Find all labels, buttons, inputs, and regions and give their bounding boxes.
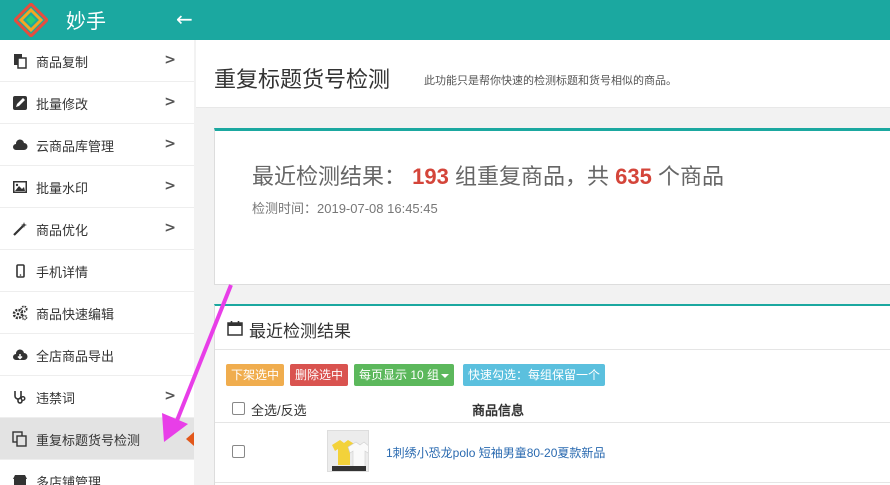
mobile-icon	[16, 264, 25, 278]
sidebar-item-label: 违禁词	[36, 391, 76, 406]
sidebar-item-quick-edit[interactable]: 商品快速编辑	[0, 292, 194, 334]
delete-selected-button[interactable]: 删除选中	[290, 364, 349, 386]
main-content: 重复标题货号检测 此功能只是帮你快速的检测标题和货号相似的商品。 最近检测结果：…	[196, 40, 890, 485]
duplicate-group-count: 193	[412, 164, 449, 189]
select-all-checkbox[interactable]	[232, 402, 245, 415]
sidebar-item-label: 多店铺管理	[36, 475, 102, 485]
chevron-right-icon: >	[164, 178, 176, 194]
summary-prefix: 最近检测结果：	[252, 164, 407, 189]
image-icon	[13, 181, 27, 193]
sidebar-item-label: 商品快速编辑	[36, 307, 115, 322]
divider	[215, 482, 890, 483]
column-header-product-info: 商品信息	[472, 403, 525, 418]
sidebar-item-cloud-library[interactable]: 云商品库管理 >	[0, 124, 194, 166]
product-thumbnail[interactable]	[327, 430, 369, 472]
product-thumbnail-image	[328, 431, 368, 471]
gears-icon	[12, 305, 28, 321]
divider	[215, 422, 890, 423]
results-header: 最近检测结果	[215, 306, 890, 350]
results-card: 最近检测结果 下架选中 删除选中 每页显示 10 组 快速勾选：每组保留一个 全…	[214, 304, 890, 485]
per-page-dropdown[interactable]: 每页显示 10 组	[354, 364, 455, 386]
sidebar: 商品复制 > 批量修改 > 云商品库管理 > 批量水印 > 商品优化 > 手机详…	[0, 40, 194, 485]
copy-doc-icon	[14, 54, 27, 69]
chevron-right-icon: >	[164, 94, 176, 110]
sidebar-item-label: 商品复制	[36, 55, 89, 70]
sidebar-item-duplicate-check[interactable]: 重复标题货号检测	[0, 418, 194, 460]
sidebar-item-export[interactable]: 全店商品导出	[0, 334, 194, 376]
sidebar-item-label: 全店商品导出	[36, 349, 115, 364]
sidebar-item-multi-store[interactable]: 多店铺管理	[0, 460, 194, 485]
chevron-right-icon: >	[164, 220, 176, 236]
summary-card: 最近检测结果： 193 组重复商品，共 635 个商品 检测时间：2019-07…	[214, 128, 890, 285]
sidebar-item-label: 批量水印	[36, 181, 89, 196]
check-time-value: 2019-07-08 16:45:45	[317, 201, 438, 216]
caret-down-icon	[441, 373, 450, 378]
sidebar-item-product-copy[interactable]: 商品复制 >	[0, 40, 194, 82]
cloud-icon	[13, 139, 28, 150]
summary-suffix: 个商品	[657, 164, 724, 189]
summary-line: 最近检测结果： 193 组重复商品，共 635 个商品	[252, 159, 724, 191]
page-subtitle: 此功能只是帮你快速的检测标题和货号相似的商品。	[424, 75, 677, 87]
magic-wand-icon	[13, 222, 27, 236]
edit-icon	[13, 96, 27, 110]
active-indicator	[186, 432, 194, 446]
sidebar-item-mobile-detail[interactable]: 手机详情	[0, 250, 194, 292]
select-all-label[interactable]: 全选/反选	[251, 400, 307, 419]
check-time-label: 检测时间：	[252, 201, 318, 216]
sidebar-item-optimize[interactable]: 商品优化 >	[0, 208, 194, 250]
quick-select-button[interactable]: 快速勾选：每组保留一个	[463, 364, 606, 386]
off-shelf-selected-button[interactable]: 下架选中	[226, 364, 285, 386]
sidebar-item-label: 商品优化	[36, 223, 89, 238]
per-page-label: 每页显示 10 组	[359, 368, 440, 382]
stethoscope-icon	[14, 391, 26, 404]
sidebar-item-banned-words[interactable]: 违禁词 >	[0, 376, 194, 418]
brand-name: 妙手	[66, 9, 106, 33]
sidebar-item-batch-edit[interactable]: 批量修改 >	[0, 82, 194, 124]
chevron-right-icon: >	[164, 388, 176, 404]
sidebar-item-label: 重复标题货号检测	[36, 433, 141, 448]
sidebar-item-watermark[interactable]: 批量水印 >	[0, 166, 194, 208]
arrow-left-icon[interactable]: ←	[176, 8, 193, 30]
check-time: 检测时间：2019-07-08 16:45:45	[252, 198, 438, 217]
brand-logo-icon	[14, 3, 48, 37]
sidebar-item-label: 手机详情	[36, 265, 89, 280]
summary-middle: 组重复商品，共	[454, 164, 609, 189]
duplicate-item-count: 635	[615, 164, 652, 189]
duplicate-icon	[12, 431, 27, 447]
cloud-download-icon	[13, 349, 28, 360]
store-icon	[13, 475, 27, 485]
page-title: 重复标题货号检测	[214, 67, 391, 92]
calendar-icon	[227, 321, 243, 336]
product-title-link[interactable]: 1刺绣小恐龙polo 短袖男童80-20夏款新品	[386, 444, 605, 461]
page-header: 重复标题货号检测 此功能只是帮你快速的检测标题和货号相似的商品。	[196, 40, 890, 108]
top-bar: 妙手 ←	[0, 0, 890, 40]
chevron-right-icon: >	[164, 136, 176, 152]
sidebar-item-label: 云商品库管理	[36, 139, 115, 154]
sidebar-item-label: 批量修改	[36, 97, 89, 112]
row-checkbox[interactable]	[232, 445, 245, 458]
results-title: 最近检测结果	[249, 322, 351, 341]
chevron-right-icon: >	[164, 52, 176, 68]
